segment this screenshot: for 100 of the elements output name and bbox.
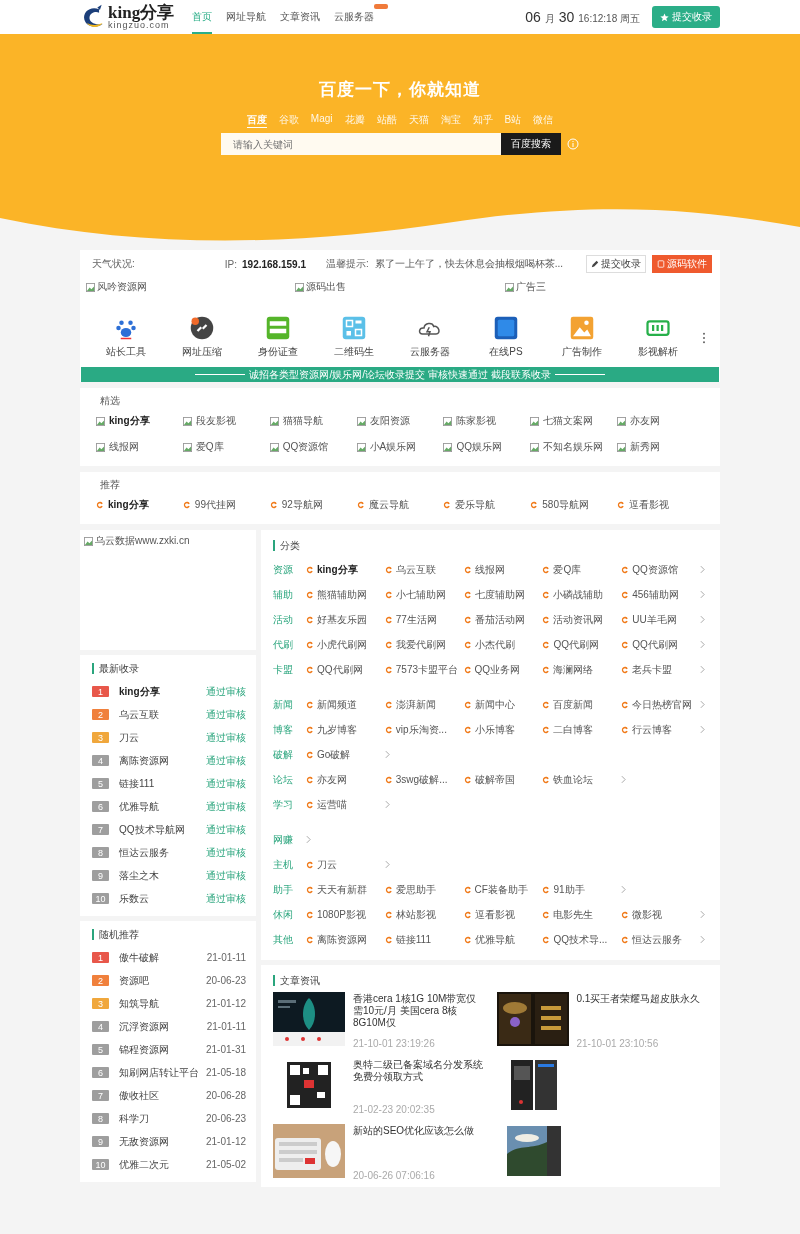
site-link[interactable]: 知筑导航	[119, 996, 159, 1011]
site-link[interactable]: 段友影视	[195, 414, 236, 428]
site-link[interactable]: 恒达云服务	[632, 932, 683, 947]
article-title[interactable]: 香港cera 1核1G 10M带宽仅需10元/月 美国cera 8核8G10M仅	[353, 993, 485, 1029]
site-link[interactable]: vip乐淘资...	[395, 722, 447, 737]
site-link[interactable]: 无敌资源网	[119, 1134, 169, 1149]
site-link[interactable]: 7573卡盟平台	[395, 662, 459, 677]
more-icon[interactable]	[702, 331, 706, 344]
site-link[interactable]: 锦程资源网	[119, 1042, 169, 1057]
site-link[interactable]: 线报网	[474, 562, 505, 577]
chevron-right-icon[interactable]	[621, 775, 627, 784]
site-link[interactable]: 猫猫导航	[282, 414, 323, 428]
site-link[interactable]: 科学刀	[119, 1111, 149, 1126]
site-link[interactable]: 91助手	[553, 882, 585, 897]
site-link[interactable]: 百度新闻	[553, 697, 594, 712]
site-link[interactable]: 知刷网店转让平台	[119, 1065, 199, 1080]
image-alt-link[interactable]: 广告三	[515, 280, 546, 294]
site-link[interactable]: king分享	[108, 498, 149, 512]
site-link[interactable]: 1080P影视	[317, 907, 366, 922]
site-link[interactable]: 资源吧	[119, 973, 149, 988]
tool-link[interactable]: 在线PS	[474, 316, 538, 359]
nav-tab[interactable]: 网址导航	[226, 0, 267, 34]
site-link[interactable]: QQ代刷网	[553, 637, 599, 652]
site-link[interactable]: 新闻频道	[317, 697, 357, 712]
site-link[interactable]: 爱思助手	[395, 882, 436, 897]
chevron-right-icon[interactable]	[700, 565, 705, 574]
site-link[interactable]: 乐数云	[119, 891, 149, 906]
site-link[interactable]: 陈家影视	[456, 414, 497, 428]
site-link[interactable]: 77生活网	[395, 612, 437, 627]
site-link[interactable]: Go破解	[317, 747, 351, 762]
site-link[interactable]: 优雅导航	[474, 932, 515, 947]
image-alt-link[interactable]: 乌云数据www.zxki.cn	[95, 534, 190, 548]
site-link[interactable]: 天天有新群	[317, 882, 367, 897]
image-alt-link[interactable]: 风吟资源网	[97, 280, 147, 294]
site-link[interactable]: 活动资讯网	[553, 612, 604, 627]
site-link[interactable]: 亦友网	[317, 772, 347, 787]
site-link[interactable]: 老兵卡盟	[632, 662, 673, 677]
site-link[interactable]: 爱Q库	[553, 562, 582, 577]
tool-link[interactable]: 身份证查	[246, 316, 310, 359]
site-link[interactable]: 逗看影视	[474, 907, 515, 922]
nav-tab[interactable]: 文章资讯	[280, 0, 321, 34]
site-link[interactable]: 小乐博客	[474, 722, 515, 737]
site-link[interactable]: QQ资源馆	[282, 440, 329, 454]
chevron-right-icon[interactable]	[700, 935, 705, 944]
site-link[interactable]: 小杰代刷	[474, 637, 515, 652]
site-link[interactable]: 离陈资源网	[119, 753, 169, 768]
site-link[interactable]: 番茄活动网	[474, 612, 525, 627]
site-link[interactable]: 优雅导航	[119, 799, 159, 814]
site-link[interactable]: 乌云互联	[119, 707, 159, 722]
chevron-right-icon[interactable]	[384, 750, 390, 759]
chevron-right-icon[interactable]	[621, 885, 627, 894]
site-link[interactable]: 傲牛破解	[119, 950, 159, 965]
site-link[interactable]: 580导航网	[542, 498, 589, 512]
chevron-right-icon[interactable]	[700, 665, 705, 674]
site-link[interactable]: 沉浮资源网	[119, 1019, 169, 1034]
tool-link[interactable]: 二维码生	[322, 316, 386, 359]
site-link[interactable]: 七度辅助网	[474, 587, 525, 602]
site-link[interactable]: 离陈资源网	[317, 932, 367, 947]
site-link[interactable]: 二白博客	[553, 722, 594, 737]
article-title[interactable]: 新站的SEO优化应该怎么做	[353, 1125, 475, 1137]
site-link[interactable]: 新秀网	[630, 440, 661, 454]
site-link[interactable]: 运营喵	[317, 797, 347, 812]
site-link[interactable]: 七猫文案网	[543, 414, 594, 428]
article-title[interactable]: 奥特二级已备案域名分发系统免费分领取方式	[353, 1059, 485, 1083]
site-link[interactable]: 3swg破解...	[395, 772, 448, 787]
site-link[interactable]: 魔云导航	[368, 498, 409, 512]
tool-link[interactable]: 网址压缩	[170, 316, 234, 359]
tool-link[interactable]: 云服务器	[398, 316, 462, 359]
site-link[interactable]: QQ技术导航网	[119, 822, 185, 837]
image-alt-link[interactable]: 源码出售	[306, 280, 347, 294]
site-link[interactable]: 亦友网	[630, 414, 661, 428]
site-link[interactable]: 逗看影视	[629, 498, 670, 512]
site-link[interactable]: 恒达云服务	[119, 845, 169, 860]
chevron-right-icon[interactable]	[306, 835, 311, 844]
site-link[interactable]: 微影视	[632, 907, 663, 922]
site-link[interactable]: king分享	[109, 414, 150, 428]
tool-link[interactable]: 影视解析	[626, 316, 690, 359]
site-link[interactable]: 电影先生	[553, 907, 594, 922]
chevron-right-icon[interactable]	[700, 700, 705, 709]
site-link[interactable]: 456辅助网	[632, 587, 679, 602]
site-link[interactable]: QQ娱乐网	[456, 440, 502, 454]
chevron-right-icon[interactable]	[700, 725, 705, 734]
site-link[interactable]: 优雅二次元	[119, 1157, 169, 1172]
site-link[interactable]: 不知名娱乐网	[543, 440, 604, 454]
site-link[interactable]: 好基友乐园	[317, 612, 367, 627]
site-link[interactable]: 爱Q库	[195, 440, 224, 454]
chevron-right-icon[interactable]	[700, 590, 705, 599]
site-link[interactable]: 刀云	[119, 730, 139, 745]
site-link[interactable]: king分享	[119, 684, 160, 699]
site-link[interactable]: 友阳资源	[369, 414, 410, 428]
chevron-right-icon[interactable]	[700, 910, 705, 919]
info-icon[interactable]	[567, 138, 579, 150]
chevron-right-icon[interactable]	[384, 800, 390, 809]
site-link[interactable]: 乌云互联	[395, 562, 436, 577]
site-link[interactable]: king分享	[317, 562, 358, 577]
site-link[interactable]: CF装备助手	[474, 882, 528, 897]
site-link[interactable]: 傲收社区	[119, 1088, 159, 1103]
chevron-right-icon[interactable]	[384, 860, 390, 869]
site-link[interactable]: 新闻中心	[474, 697, 515, 712]
site-link[interactable]: 链接111	[395, 932, 431, 947]
